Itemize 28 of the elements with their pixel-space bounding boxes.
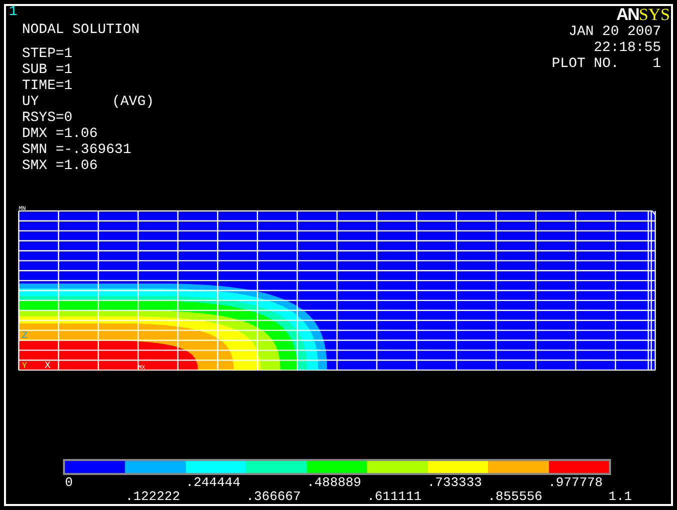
- window-number: 1: [9, 6, 18, 18]
- info-line: STEP=1: [22, 46, 74, 62]
- legend-label: .122222: [125, 490, 181, 504]
- legend-label: .488889: [306, 476, 362, 490]
- info-line: TIME=1: [22, 78, 74, 94]
- stamp-text: 22:18:55: [594, 40, 661, 56]
- legend-label: .855556: [488, 490, 544, 504]
- info-line: UY: [22, 94, 40, 110]
- logo: ANSYS: [616, 6, 670, 24]
- axis-z-label: Z: [22, 330, 28, 342]
- legend-label: .733333: [427, 476, 483, 490]
- info-line: RSYS=0: [22, 110, 74, 126]
- legend-label: .611111: [366, 490, 423, 504]
- info-note: (AVG): [112, 94, 154, 110]
- stamp-text: PLOT NO. 1: [552, 56, 661, 72]
- legend-label: .244444: [186, 476, 242, 490]
- legend-label: 1.1: [608, 490, 633, 504]
- legend-label: 0: [65, 476, 74, 490]
- info-line: SMX =1.06: [22, 158, 99, 174]
- info-line: SMN =-.369631: [22, 142, 132, 158]
- axis-y-label: Y: [22, 361, 28, 372]
- stamp-text: JAN 20 2007: [568, 24, 661, 40]
- axis-x-label: X: [44, 360, 51, 372]
- legend-label: .977778: [548, 476, 604, 490]
- info-line: SUB =1: [22, 62, 74, 78]
- info-line: DMX =1.06: [22, 126, 99, 142]
- legend-label: .366667: [246, 490, 302, 504]
- plot-title: NODAL SOLUTION: [22, 22, 140, 38]
